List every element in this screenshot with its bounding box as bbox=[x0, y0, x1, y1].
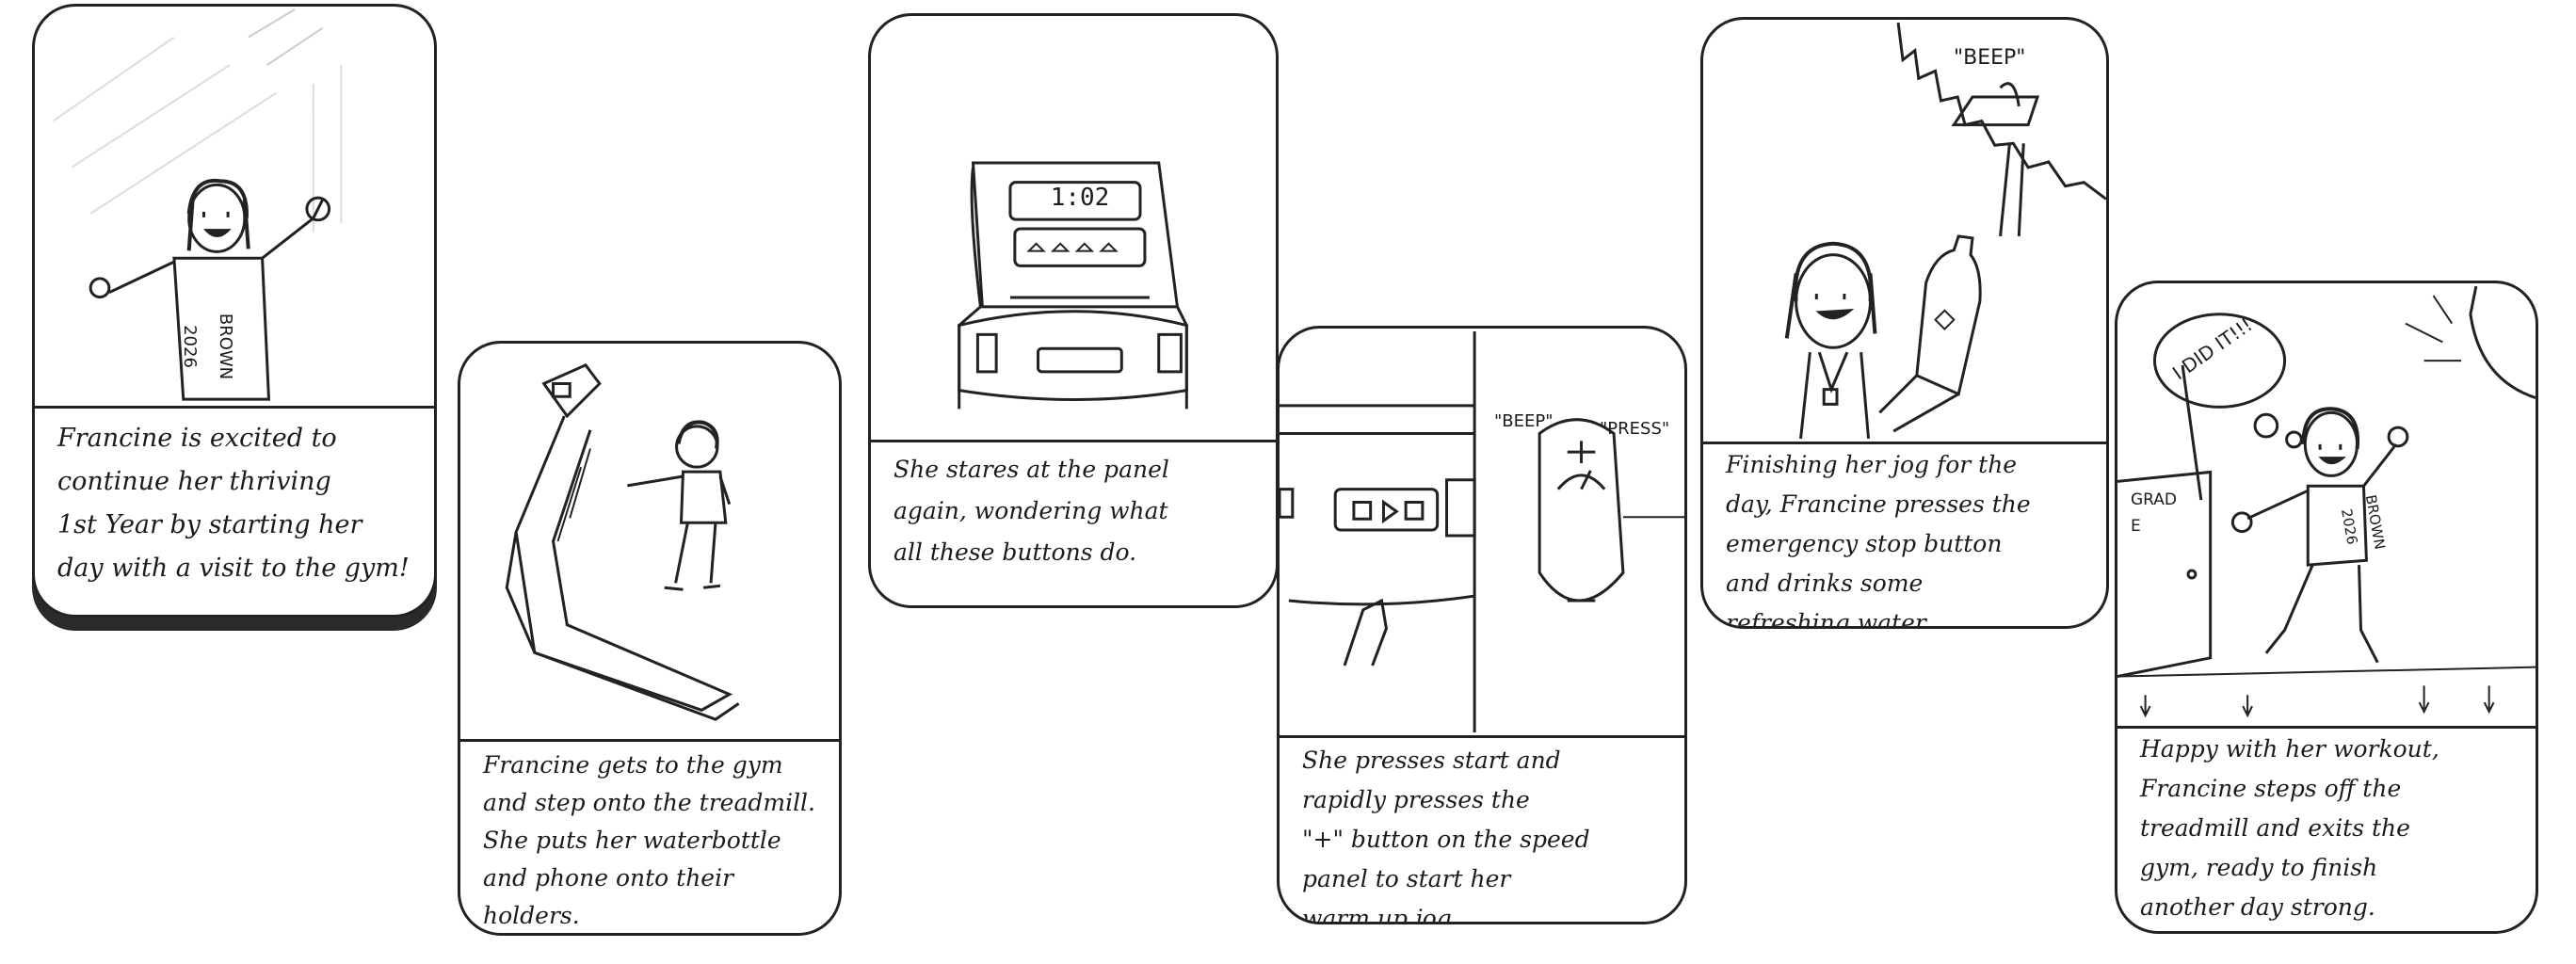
panel-6-door-sign: GRAD E bbox=[2131, 490, 2178, 536]
panel-5: "BEEP" Finishing her jog for the day, Fr… bbox=[1700, 17, 2109, 629]
panel-3: 1:02 She stares at the panel again, wond… bbox=[868, 13, 1279, 608]
panel-4-illustration bbox=[1280, 329, 1684, 735]
panel-3-illustration bbox=[871, 16, 1276, 440]
panel-3-caption: She stares at the panel again, wondering… bbox=[894, 456, 1169, 566]
panel-1-shirt-text: BROWN 2026 bbox=[180, 313, 235, 380]
panel-6-illustration bbox=[2117, 283, 2536, 726]
panel-4-press: "PRESS" bbox=[1600, 419, 1670, 439]
panel-4-beep: "BEEP" bbox=[1494, 411, 1554, 431]
panel-5-caption: Finishing her jog for the day, Francine … bbox=[1726, 451, 2031, 629]
panel-4: "BEEP" "PRESS" She presses start and rap… bbox=[1277, 326, 1687, 924]
panel-3-display: 1:02 bbox=[1050, 184, 1110, 212]
panel-6: I DID IT!!! GRAD E BROWN 2026 Happy with… bbox=[2115, 281, 2538, 934]
panel-2: Francine gets to the gym and step onto t… bbox=[458, 341, 842, 936]
panel-4-caption: She presses start and rapidly presses th… bbox=[1302, 747, 1590, 924]
panel-1-caption: Francine is excited to continue her thri… bbox=[57, 424, 410, 583]
panel-2-illustration bbox=[460, 344, 839, 739]
panel-5-illustration bbox=[1703, 20, 2106, 442]
panel-6-caption: Happy with her workout, Francine steps o… bbox=[2140, 735, 2439, 921]
panel-2-caption: Francine gets to the gym and step onto t… bbox=[483, 751, 816, 929]
panel-5-beep: "BEEP" bbox=[1954, 46, 2026, 70]
